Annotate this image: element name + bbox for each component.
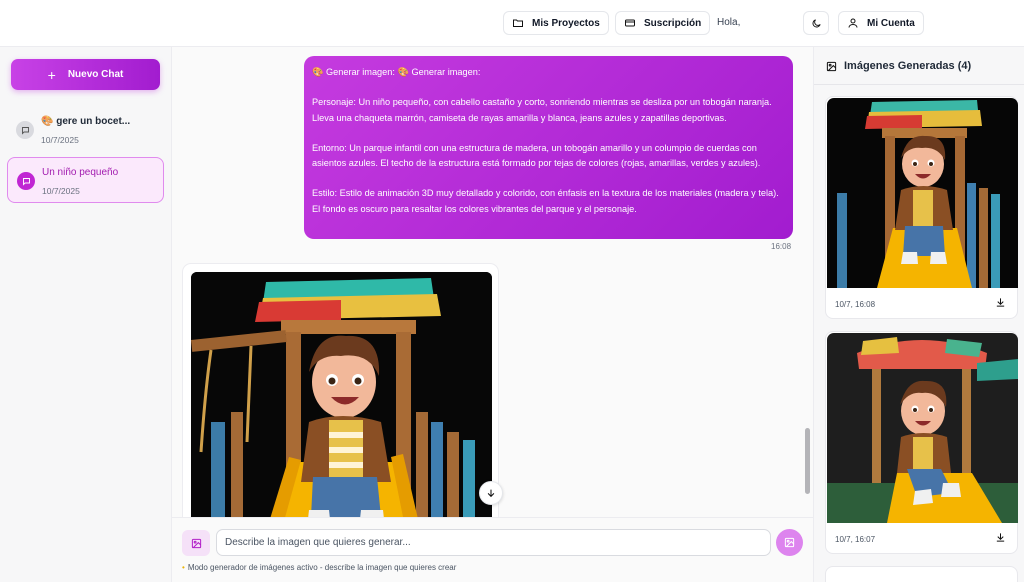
generate-button[interactable]: [776, 529, 803, 556]
greeting-text: Hola,: [717, 17, 741, 28]
message-icon: [16, 121, 34, 139]
user-icon: [848, 18, 858, 28]
chat-area[interactable]: 🎨 Generar imagen: 🎨 Generar imagen: Pers…: [172, 47, 813, 517]
gallery-thumbnail[interactable]: [827, 98, 1018, 288]
credit-card-icon: [625, 19, 635, 27]
image-send-icon: [784, 537, 795, 548]
subscription-label: Suscripción: [644, 17, 702, 29]
gallery-card[interactable]: 10/7, 16:08: [825, 96, 1018, 319]
chat-history-item[interactable]: 🎨 gere un bocet... 10/7/2025: [7, 107, 164, 153]
prompt-bar: • Modo generador de imágenes activo - de…: [172, 517, 813, 582]
message-paragraph: Estilo: Estilo de animación 3D muy detal…: [312, 188, 779, 214]
theme-toggle-button[interactable]: [803, 11, 829, 35]
image-timestamp: 10/7, 16:08: [835, 300, 876, 309]
new-chat-button[interactable]: + Nuevo Chat: [11, 59, 160, 90]
gallery-card[interactable]: [825, 566, 1018, 582]
chat-sidebar: + Nuevo Chat 🎨 gere un bocet... 10/7/202…: [0, 47, 172, 582]
plus-icon: +: [47, 66, 56, 83]
mode-note: • Modo generador de imágenes activo - de…: [182, 563, 456, 572]
image-timestamp: 10/7, 16:07: [835, 535, 876, 544]
panel-header: Imágenes Generadas (4): [826, 60, 971, 72]
generated-image[interactable]: [191, 272, 492, 517]
chat-item-title: 🎨 gere un bocet...: [41, 116, 131, 127]
new-chat-label: Nuevo Chat: [67, 69, 124, 80]
chat-item-date: 10/7/2025: [42, 186, 80, 196]
chat-scrollbar-thumb[interactable]: [805, 428, 810, 494]
download-icon: [996, 298, 1005, 307]
folder-icon: [513, 19, 523, 27]
message-paragraph: Personaje: Un niño pequeño, con cabello …: [312, 97, 772, 123]
top-header: Mis Proyectos Suscripción Hola, Mi Cuent…: [0, 0, 1024, 47]
message-paragraph: Entorno: Un parque infantil con una estr…: [312, 142, 761, 169]
gallery-thumbnail[interactable]: [827, 333, 1018, 523]
gallery-card[interactable]: 10/7, 16:07: [825, 331, 1018, 554]
mode-note-text: Modo generador de imágenes activo - desc…: [187, 563, 457, 572]
generated-images-panel: Imágenes Generadas (4) 10/7, 16:08 10/7,…: [813, 47, 1024, 582]
download-button[interactable]: [995, 297, 1006, 311]
message-time: 16:08: [771, 242, 792, 251]
image-icon: [191, 538, 201, 548]
my-projects-label: Mis Proyectos: [532, 17, 600, 29]
message-icon: [17, 172, 35, 190]
subscription-button[interactable]: Suscripción: [615, 11, 711, 35]
prompt-input[interactable]: [216, 529, 771, 556]
message-heading: 🎨 Generar imagen: 🎨 Generar imagen:: [312, 67, 481, 77]
my-account-button[interactable]: Mi Cuenta: [838, 11, 924, 35]
generated-image-message: [182, 263, 499, 517]
my-account-label: Mi Cuenta: [867, 17, 915, 29]
user-message-bubble: 🎨 Generar imagen: 🎨 Generar imagen: Pers…: [304, 56, 793, 239]
arrow-down-icon: [487, 489, 495, 498]
moon-icon: [812, 18, 821, 27]
panel-title: Imágenes Generadas (4): [844, 60, 972, 72]
download-button[interactable]: [995, 532, 1006, 546]
image-icon: [826, 61, 837, 71]
lightbulb-icon: •: [182, 563, 185, 572]
chat-history-item-active[interactable]: Un niño pequeño 10/7/2025: [7, 157, 164, 203]
chat-item-title: Un niño pequeño: [42, 167, 119, 178]
download-icon: [996, 533, 1005, 542]
chat-item-date: 10/7/2025: [41, 135, 79, 145]
scroll-to-bottom-button[interactable]: [479, 481, 503, 505]
image-mode-button[interactable]: [182, 530, 210, 556]
divider: [814, 84, 1024, 85]
my-projects-button[interactable]: Mis Proyectos: [503, 11, 609, 35]
